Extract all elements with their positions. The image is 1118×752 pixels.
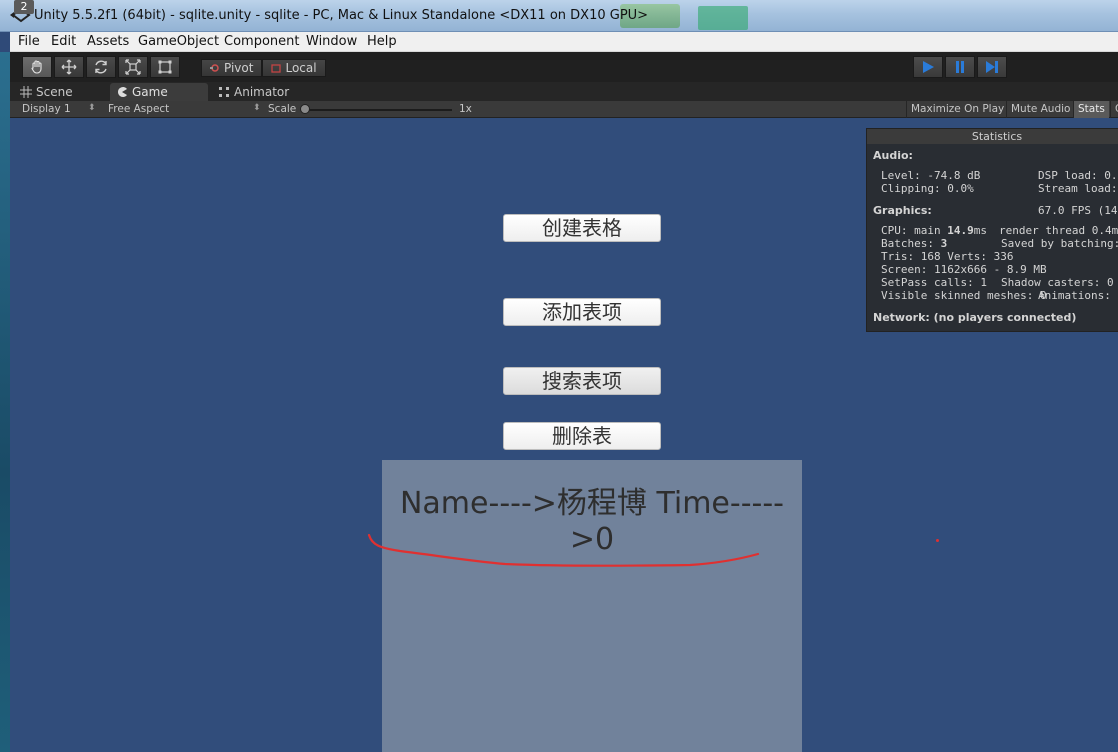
tris-verts: Tris: 168 Verts: 336 xyxy=(881,250,1014,263)
tab-animator-label: Animator xyxy=(234,85,290,99)
search-item-button[interactable]: 搜索表项 xyxy=(503,367,661,395)
audio-clipping: Clipping: 0.0% xyxy=(881,182,974,195)
cpu-readout: CPU: main 14.9ms xyxy=(881,224,987,237)
pivot-icon xyxy=(210,64,219,72)
menu-edit[interactable]: Edit xyxy=(51,34,76,49)
step-button[interactable] xyxy=(977,56,1007,78)
play-button[interactable] xyxy=(913,56,943,78)
tab-game-label: Game xyxy=(132,85,168,99)
screen-info: Screen: 1162x666 - 8.9 MB xyxy=(881,263,1047,276)
audio-header: Audio: xyxy=(873,149,913,162)
step-icon xyxy=(986,61,998,73)
menu-bar: File Edit Assets GameObject Component Wi… xyxy=(10,32,1118,52)
scale-slider-thumb[interactable] xyxy=(300,104,310,114)
rotate-tool-button[interactable] xyxy=(86,56,116,78)
tab-scene-label: Scene xyxy=(36,85,73,99)
shadow-casters: Shadow casters: 0 xyxy=(1001,276,1114,289)
game-viewport: 创建表格 添加表项 搜索表项 删除表 Name---->杨程博 Time----… xyxy=(10,118,1118,752)
saved-by-batching: Saved by batching: 0 xyxy=(1001,237,1118,250)
skinned-meshes: Visible skinned meshes: 0 xyxy=(881,289,1047,302)
hand-tool-icon xyxy=(31,60,42,74)
play-icon xyxy=(923,61,934,73)
menu-assets[interactable]: Assets xyxy=(87,34,129,49)
grid-icon xyxy=(20,86,32,98)
menu-file[interactable]: File xyxy=(18,34,40,49)
red-annotation-stroke xyxy=(367,533,760,567)
hand-tool-button[interactable] xyxy=(22,56,52,78)
menu-component[interactable]: Component xyxy=(224,34,299,49)
rotate-tool-icon xyxy=(95,60,107,74)
tab-animator[interactable]: Animator xyxy=(212,83,312,101)
stream-load: Stream load: 0 xyxy=(1038,182,1118,195)
transform-tools xyxy=(22,56,182,78)
network-status: Network: (no players connected) xyxy=(873,311,1077,324)
stats-toggle[interactable]: Stats xyxy=(1073,101,1109,118)
dsp-load: DSP load: 0.3% xyxy=(1038,169,1118,182)
local-label: Local xyxy=(285,61,317,75)
local-icon xyxy=(271,64,282,73)
chevron-updown-icon: ⬍ xyxy=(88,103,96,113)
aspect-dropdown[interactable]: Free Aspect xyxy=(108,103,169,115)
window-title: Unity 5.5.2f1 (64bit) - sqlite.unity - s… xyxy=(34,8,649,23)
rect-tool-button[interactable] xyxy=(150,56,180,78)
local-button[interactable]: Local xyxy=(262,59,326,77)
game-view-controls: Display 1 ⬍ Free Aspect ⬍ Scale 1x Maxim… xyxy=(10,101,1118,118)
scale-value: 1x xyxy=(459,103,472,115)
tab-game[interactable]: Game xyxy=(110,83,208,101)
pivot-button[interactable]: Pivot xyxy=(201,59,263,77)
animator-icon xyxy=(219,87,229,97)
desktop-background-fragment xyxy=(698,6,748,30)
fps-readout: 67.0 FPS (14.9 xyxy=(1038,204,1118,217)
menu-gameobject[interactable]: GameObject xyxy=(138,34,219,49)
menu-help[interactable]: Help xyxy=(367,34,397,49)
scale-tool-icon xyxy=(125,59,141,75)
pause-button[interactable] xyxy=(945,56,975,78)
result-panel: Name---->杨程博 Time----->0 xyxy=(382,460,802,752)
view-tabs: Scene Game Animator xyxy=(10,82,1118,101)
menu-window[interactable]: Window xyxy=(306,34,357,49)
play-controls xyxy=(913,56,1009,78)
setpass-calls: SetPass calls: 1 xyxy=(881,276,987,289)
tab-scene[interactable]: Scene xyxy=(14,83,106,101)
display-dropdown[interactable]: Display 1 xyxy=(22,103,71,115)
scale-label: Scale xyxy=(268,103,297,115)
gizmos-toggle[interactable]: G xyxy=(1110,101,1118,118)
statistics-title: Statistics xyxy=(867,129,1118,144)
add-item-button[interactable]: 添加表项 xyxy=(503,298,661,326)
audio-level: Level: -74.8 dB xyxy=(881,169,981,182)
pivot-toggle-group: Pivot Local xyxy=(201,59,326,77)
pause-icon xyxy=(956,61,964,73)
rect-tool-icon xyxy=(158,60,172,74)
scale-tool-button[interactable] xyxy=(118,56,148,78)
graphics-header: Graphics: xyxy=(873,204,932,217)
scale-slider-track[interactable] xyxy=(306,109,452,111)
move-tool-icon xyxy=(61,59,77,75)
window-title-bar: 2 Unity 5.5.2f1 (64bit) - sqlite.unity -… xyxy=(0,0,1118,32)
delete-table-button[interactable]: 删除表 xyxy=(503,422,661,450)
chevron-updown-icon: ⬍ xyxy=(253,103,261,113)
pacman-icon xyxy=(118,87,127,97)
mute-audio-toggle[interactable]: Mute Audio xyxy=(1006,101,1074,118)
statistics-panel: Statistics Audio: Level: -74.8 dB DSP lo… xyxy=(866,128,1118,332)
maximize-on-play-toggle[interactable]: Maximize On Play xyxy=(906,101,1008,118)
red-annotation-dot xyxy=(936,539,939,542)
batches: Batches: 3 xyxy=(881,237,948,250)
move-tool-button[interactable] xyxy=(54,56,84,78)
notification-badge: 2 xyxy=(14,0,34,14)
desktop-edge xyxy=(0,52,10,752)
render-thread: render thread 0.4ms xyxy=(999,224,1118,237)
create-table-button[interactable]: 创建表格 xyxy=(503,214,661,242)
main-toolbar: Pivot Local xyxy=(10,52,1118,82)
pivot-label: Pivot xyxy=(224,61,254,75)
animations: Animations: 0 xyxy=(1038,289,1118,302)
